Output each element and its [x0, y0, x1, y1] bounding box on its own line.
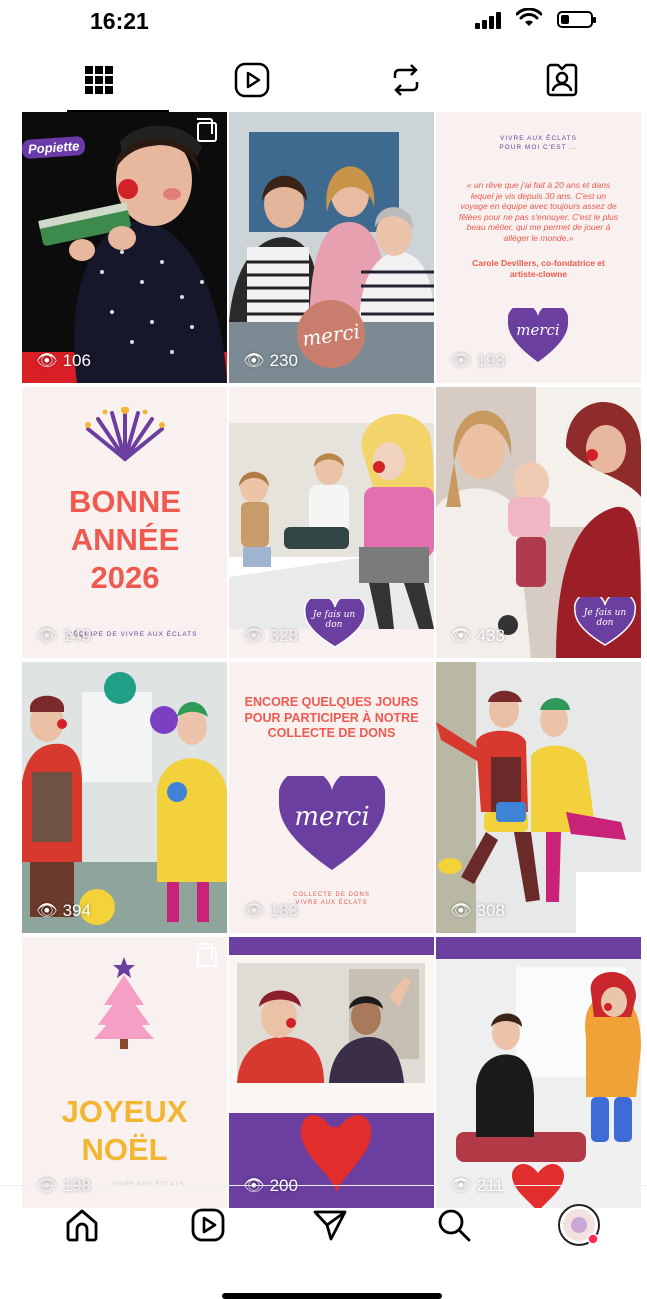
post-photo [22, 662, 227, 933]
carousel-icon [197, 118, 217, 142]
post-tile[interactable]: VIVRE AUX ÉCLATS POUR MOI C'EST ... « un… [436, 112, 641, 383]
post-tile[interactable]: Je fais un don 👁 433 [436, 387, 641, 658]
views-icon: 👁 [450, 626, 472, 645]
post-tile[interactable]: BONNE ANNÉE 2026 L'ÉQUIPE DE VIVRE AUX É… [22, 387, 227, 658]
views-icon: 👁 [36, 626, 58, 645]
donate-badge: Je fais un don [583, 608, 627, 628]
repost-icon [393, 64, 419, 96]
merci-badge: merci [294, 802, 370, 832]
tab-tagged[interactable] [482, 50, 642, 110]
view-count: 👁 308 [450, 901, 505, 920]
post-tile[interactable]: JOYEUX NOËL VIVRE AUX ÉCLATS 👁 198 [22, 937, 227, 1208]
post-title: JOYEUX NOËL [61, 1094, 188, 1167]
christmas-tree-icon [94, 957, 154, 1049]
status-time: 16:21 [90, 8, 149, 34]
profile-avatar [558, 1204, 600, 1246]
profile-tabs [0, 50, 647, 112]
post-tile[interactable]: ENCORE QUELQUES JOURS POUR PARTICIPER À … [229, 662, 434, 933]
status-bar: 16:21 [0, 0, 647, 44]
home-indicator [222, 1293, 442, 1299]
donate-badge: Je fais un don [312, 610, 356, 630]
bottom-nav [0, 1185, 647, 1266]
views-icon: 👁 [36, 901, 58, 920]
wifi-icon [516, 8, 542, 26]
view-count: 👁 193 [450, 351, 505, 370]
post-photo [229, 937, 434, 1208]
signal-icon [475, 11, 503, 29]
post-tile[interactable]: Popiette 👁 106 [22, 112, 227, 383]
search-icon [438, 1209, 471, 1242]
views-icon: 👁 [243, 351, 265, 370]
view-count: 👁 106 [36, 351, 91, 370]
nav-reels[interactable] [184, 1201, 232, 1249]
post-photo [436, 662, 641, 933]
post-quote: « un rêve que j'ai fait à 20 ans et dans… [458, 180, 619, 243]
view-count: 👁 149 [36, 626, 91, 645]
carousel-icon [197, 943, 217, 967]
views-icon: 👁 [450, 351, 472, 370]
views-icon: 👁 [450, 901, 472, 920]
tab-reposts[interactable] [326, 50, 486, 110]
post-author: Carole Devillers, co-fondatrice et artis… [472, 258, 605, 279]
post-tile[interactable]: 👁 211 [436, 937, 641, 1208]
post-title: ENCORE QUELQUES JOURS POUR PARTICIPER À … [244, 695, 419, 740]
views-icon: 👁 [243, 901, 265, 920]
tab-grid[interactable] [19, 50, 179, 112]
view-count: 👁 394 [36, 901, 91, 920]
post-tile[interactable]: Je fais un don 👁 328 [229, 387, 434, 658]
post-title: BONNE ANNÉE 2026 [69, 484, 181, 595]
views-icon: 👁 [36, 351, 58, 370]
post-tile[interactable]: 👁 308 [436, 662, 641, 933]
reels-icon [234, 62, 270, 98]
fireworks-icon [85, 407, 165, 461]
tagged-icon [546, 63, 578, 97]
nav-search[interactable] [430, 1201, 478, 1249]
post-heading: VIVRE AUX ÉCLATS POUR MOI C'EST ... [499, 135, 578, 151]
send-icon [313, 1210, 347, 1241]
post-photo [436, 937, 641, 1208]
views-icon: 👁 [243, 626, 265, 645]
home-icon [66, 1209, 98, 1242]
grid-icon [85, 66, 113, 94]
reels-icon [191, 1208, 225, 1242]
posts-grid: Popiette 👁 106 merci 👁 230 VIVRE AUX ÉCLAT… [22, 112, 642, 1208]
view-count: 👁 230 [243, 351, 298, 370]
nav-home[interactable] [58, 1201, 106, 1249]
nav-messages[interactable] [306, 1201, 354, 1249]
post-tile[interactable]: merci 👁 230 [229, 112, 434, 383]
view-count: 👁 433 [450, 626, 505, 645]
view-count: 👁 183 [243, 901, 298, 920]
view-count: 👁 328 [243, 626, 298, 645]
tab-reels[interactable] [172, 50, 332, 110]
merci-badge: merci [516, 321, 560, 339]
nav-profile[interactable] [555, 1201, 603, 1249]
post-tile[interactable]: 👁 200 [229, 937, 434, 1208]
battery-icon [557, 11, 596, 28]
post-tile[interactable]: 👁 394 [22, 662, 227, 933]
